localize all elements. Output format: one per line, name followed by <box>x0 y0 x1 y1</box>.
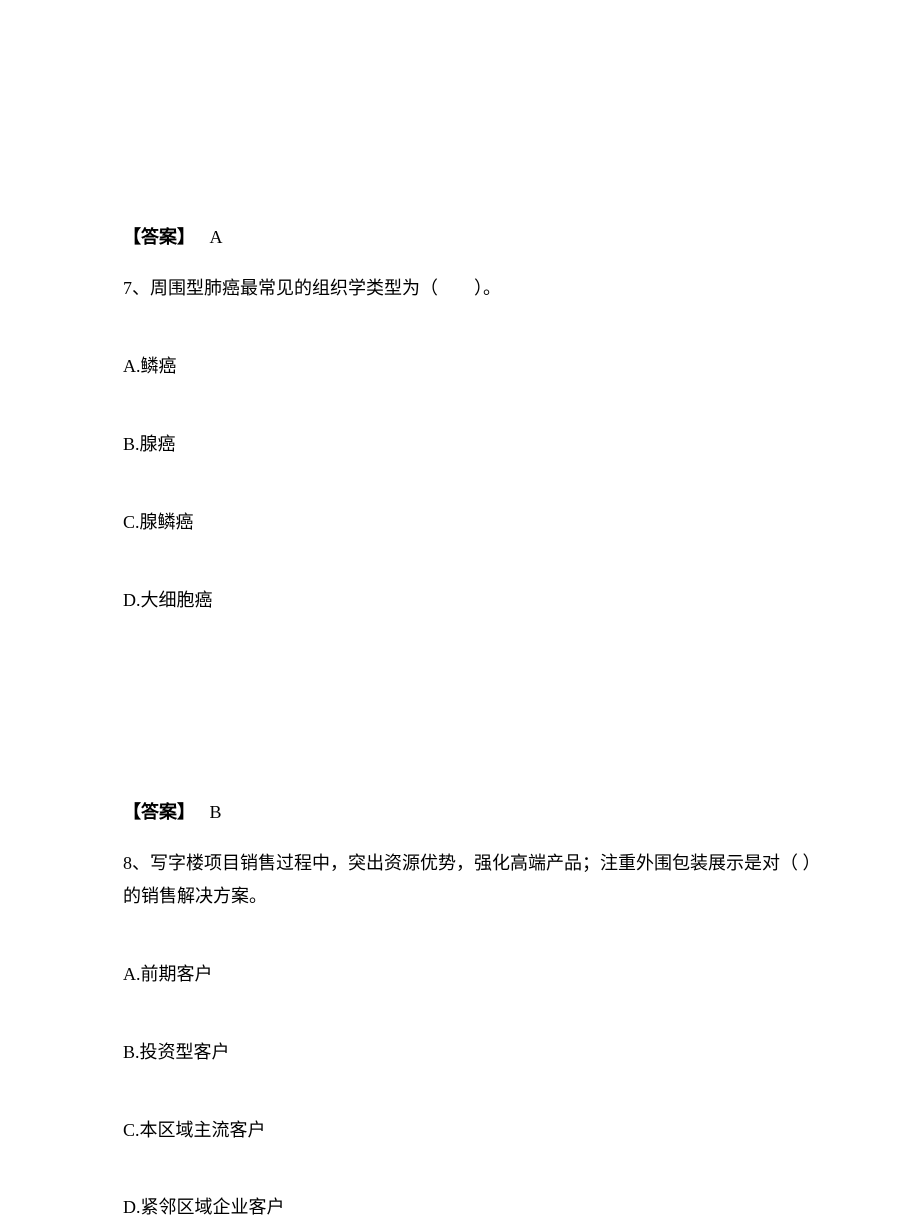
spacer <box>123 663 820 798</box>
option-d: D.紧邻区域企业客户 <box>123 1193 820 1222</box>
answer-block-q6: 【答案】 A <box>123 223 820 252</box>
answer-label: 【答案】 <box>123 227 195 247</box>
question-8-stem: 8、写字楼项目销售过程中，突出资源优势，强化高端产品；注重外围包装展示是对（ ）… <box>123 847 820 912</box>
question-7-stem: 7、周围型肺癌最常见的组织学类型为（ ）。 <box>123 272 820 304</box>
option-a: A.前期客户 <box>123 960 820 989</box>
option-b: B.投资型客户 <box>123 1038 820 1067</box>
option-c: C.腺鳞癌 <box>123 508 820 537</box>
option-d: D.大细胞癌 <box>123 586 820 615</box>
option-b: B.腺癌 <box>123 430 820 459</box>
answer-letter: A <box>210 227 223 247</box>
option-c: C.本区域主流客户 <box>123 1116 820 1145</box>
document-body: 【答案】 A 7、周围型肺癌最常见的组织学类型为（ ）。 A.鳞癌 B.腺癌 C… <box>0 0 920 1222</box>
answer-label: 【答案】 <box>123 802 195 822</box>
option-a: A.鳞癌 <box>123 352 820 381</box>
answer-block-q7: 【答案】 B <box>123 798 820 827</box>
answer-letter: B <box>210 802 222 822</box>
